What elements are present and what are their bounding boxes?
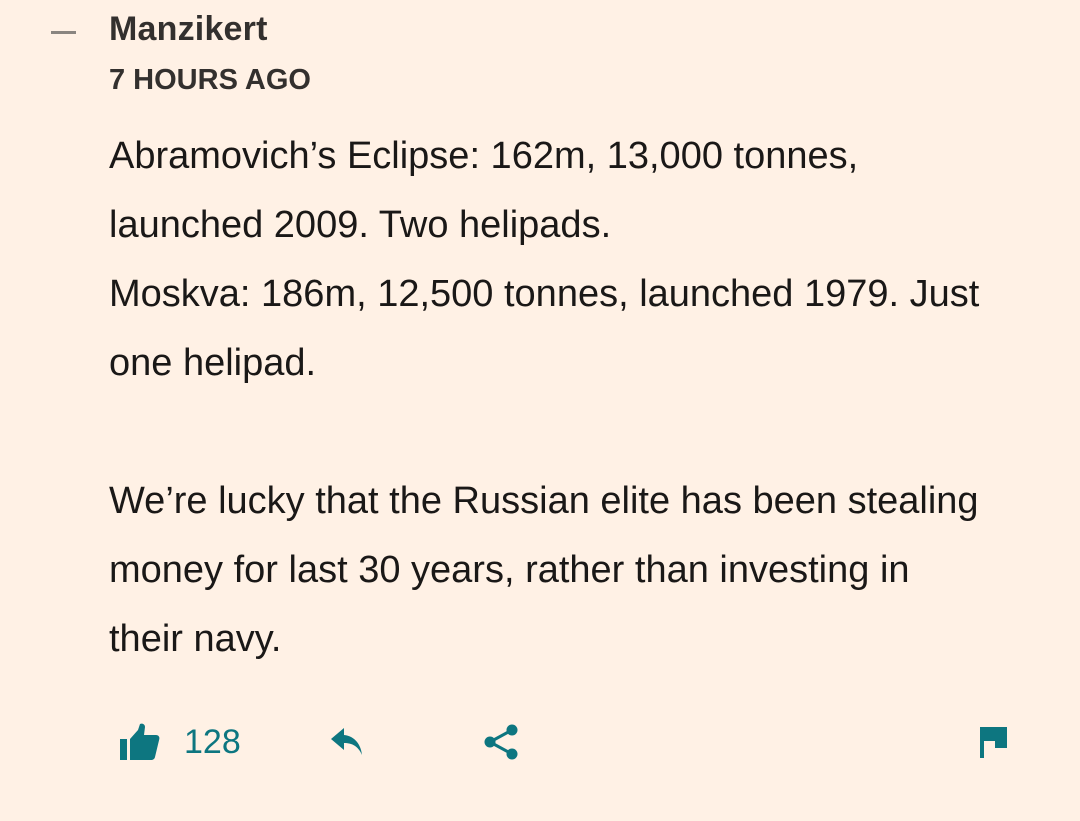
- comment-line: launched 2009. Two helipads.: [109, 204, 612, 246]
- comment-author[interactable]: Manzikert: [109, 10, 268, 49]
- comment-line: one helipad.: [109, 342, 317, 384]
- comment-timestamp: 7 HOURS AGO: [109, 64, 311, 96]
- comment-line: We’re lucky that the Russian elite has b…: [109, 480, 979, 522]
- report-button[interactable]: [978, 712, 1010, 772]
- collapse-comment-button[interactable]: [44, 18, 84, 46]
- comment: Manzikert 7 HOURS AGO Abramovich’s Eclip…: [0, 0, 1080, 821]
- thumbs-up-icon: [118, 722, 160, 762]
- comment-line: Moskva: 186m, 12,500 tonnes, launched 19…: [109, 273, 980, 315]
- reply-arrow-icon: [328, 725, 366, 759]
- comment-body: Abramovich’s Eclipse: 162m, 13,000 tonne…: [109, 122, 1059, 674]
- minus-icon: [51, 31, 76, 34]
- comment-actions: 128: [0, 712, 1080, 772]
- like-count: 128: [184, 722, 241, 761]
- comment-line: money for last 30 years, rather than inv…: [109, 549, 910, 591]
- comment-line: Abramovich’s Eclipse: 162m, 13,000 tonne…: [109, 135, 859, 177]
- like-button[interactable]: 128: [118, 712, 241, 772]
- reply-button[interactable]: [328, 712, 366, 772]
- share-button[interactable]: [482, 712, 520, 772]
- flag-icon: [978, 724, 1010, 760]
- comment-line: their navy.: [109, 618, 282, 660]
- share-icon: [482, 722, 520, 762]
